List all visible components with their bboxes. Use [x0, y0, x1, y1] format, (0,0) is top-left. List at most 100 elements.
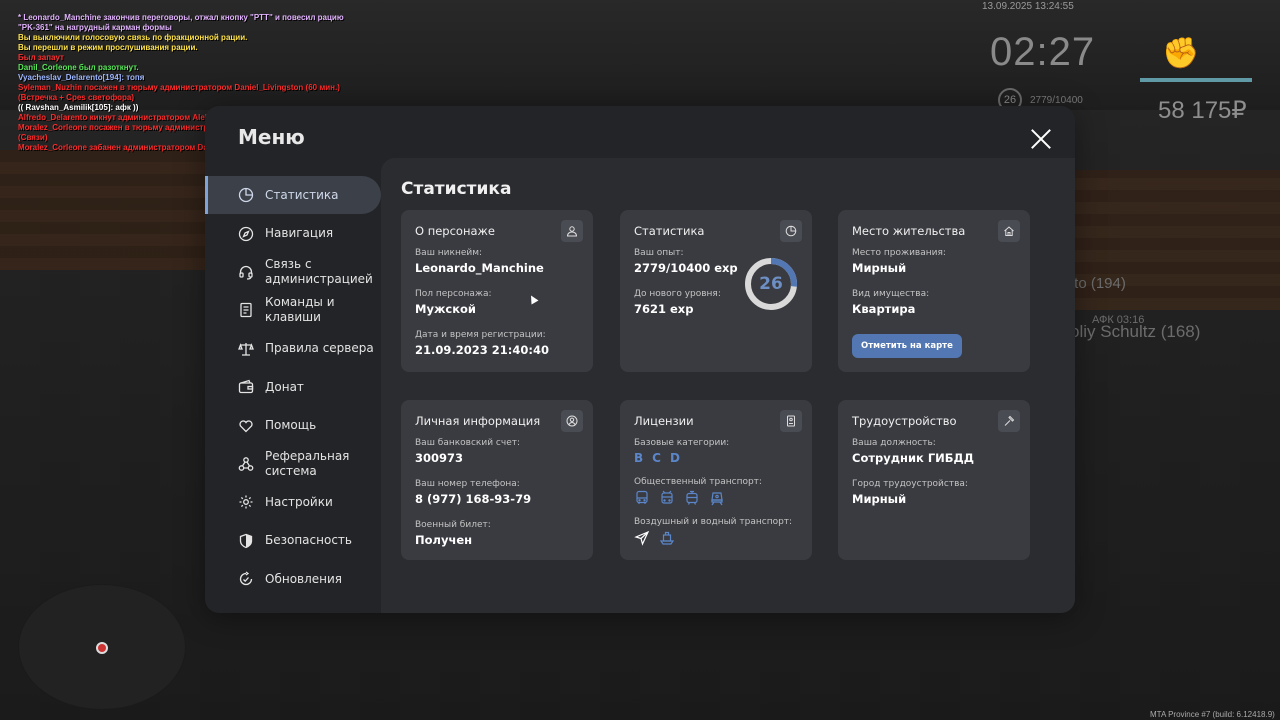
network-icon — [237, 455, 255, 473]
tram-icon — [686, 490, 698, 505]
sidebar-item-label: Реферальная система — [265, 448, 350, 478]
residence-value: Мирный — [852, 261, 907, 275]
residence-label: Место проживания: — [852, 248, 946, 258]
sidebar-item-donate[interactable]: Донат — [205, 368, 381, 406]
air-water-transport-icons — [634, 530, 798, 546]
sidebar-item-updates[interactable]: Обновления — [205, 560, 381, 598]
public-transport-icons — [634, 490, 798, 506]
card-employment: Трудоустройство Ваша должность: Сотрудни… — [838, 400, 1030, 560]
gender-value: Мужской — [415, 302, 476, 316]
license-categories: B C D — [634, 451, 798, 465]
scales-icon — [237, 340, 255, 358]
chat-line: Вы перешли в режим прослушивания рации. — [18, 43, 198, 52]
sidebar-item-settings[interactable]: Настройки — [205, 483, 381, 521]
train-icon — [711, 492, 723, 506]
position-label: Ваша должность: — [852, 438, 936, 448]
registration-value: 21.09.2023 21:40:40 — [415, 343, 549, 357]
airplane-icon — [634, 530, 650, 546]
boat-icon — [659, 531, 675, 545]
sidebar-item-rules[interactable]: Правила сервера — [205, 330, 381, 368]
sidebar-item-commands[interactable]: Команды и клавиши — [205, 291, 381, 329]
sidebar-item-label: Безопасность — [265, 533, 352, 548]
phone-label: Ваш номер телефона: — [415, 479, 520, 489]
military-label: Военный билет: — [415, 520, 491, 530]
card-title: Личная информация — [415, 414, 541, 428]
player-marker-icon — [96, 642, 108, 654]
trolleybus-icon — [661, 490, 673, 504]
card-title: Статистика — [634, 224, 705, 238]
mark-on-map-button[interactable]: Отметить на карте — [852, 334, 962, 358]
sidebar-item-security[interactable]: Безопасность — [205, 522, 381, 560]
menu-title: Меню — [238, 125, 305, 149]
close-button[interactable] — [1030, 128, 1052, 150]
card-title: Место жительства — [852, 224, 966, 238]
chat-line: * Leonardo_Manchine закончив переговоры,… — [18, 13, 344, 32]
license-category: C — [652, 451, 661, 465]
sidebar-item-label: Донат — [265, 379, 304, 394]
sidebar-item-referral[interactable]: Реферальная система — [205, 445, 381, 483]
card-personal-info: Личная информация Ваш банковский счет: 3… — [401, 400, 593, 560]
gender-label: Пол персонажа: — [415, 289, 492, 299]
card-licenses: Лицензии Базовые категории: B C D Общест… — [620, 400, 812, 560]
card-title: О персонаже — [415, 224, 495, 238]
build-info: MTA Province #7 (build: 6.12418.9) — [1150, 710, 1275, 719]
health-bar — [1140, 78, 1252, 82]
hud-clock: 02:27 — [990, 30, 1096, 74]
sidebar-item-label: Настройки — [265, 494, 333, 509]
bus-icon — [636, 490, 648, 504]
level-value: 26 — [759, 274, 783, 294]
public-transport-label: Общественный транспорт: — [634, 477, 762, 487]
hud-money: 58 175₽ — [1158, 97, 1247, 124]
registration-label: Дата и время регистрации: — [415, 330, 546, 340]
headset-icon — [237, 263, 255, 281]
property-value: Квартира — [852, 302, 916, 316]
card-title: Трудоустройство — [852, 414, 957, 428]
player-nametag: tto (194) — [1070, 275, 1126, 292]
pie-chart-icon — [237, 186, 255, 204]
section-title: Статистика — [401, 179, 512, 199]
chat-line: Вы выключили голосовую связь по фракцион… — [18, 33, 248, 42]
refresh-icon — [237, 570, 255, 588]
nickname-value: Leonardo_Manchine — [415, 261, 544, 275]
sidebar-item-contact-admin[interactable]: Связь с администрацией — [205, 253, 381, 291]
sidebar-item-label: Навигация — [265, 226, 334, 241]
card-residence: Место жительства Место проживания: Мирны… — [838, 210, 1030, 372]
sidebar: Статистика Навигация Связь с администрац… — [205, 176, 381, 598]
property-label: Вид имущества: — [852, 289, 930, 299]
hud-date: 13.09.2025 13:24:55 — [982, 1, 1074, 12]
card-title: Лицензии — [634, 414, 694, 428]
user-circle-icon — [561, 410, 583, 432]
card-character: О персонаже Ваш никнейм: Leonardo_Manchi… — [401, 210, 593, 372]
sidebar-item-navigation[interactable]: Навигация — [205, 214, 381, 252]
air-water-transport-label: Воздушный и водный транспорт: — [634, 517, 793, 527]
chat-line: Был запаут — [18, 53, 64, 62]
gear-icon — [237, 493, 255, 511]
phone-value: 8 (977) 168-93-79 — [415, 492, 532, 506]
wallet-icon — [237, 378, 255, 396]
sidebar-item-help[interactable]: Помощь — [205, 406, 381, 444]
user-icon — [561, 220, 583, 242]
sidebar-item-label: Связь с администрацией — [265, 256, 373, 286]
compass-icon — [237, 225, 255, 243]
player-nametag: oliy Schultz (168) — [1070, 322, 1201, 341]
sidebar-item-label: Обновления — [265, 571, 343, 586]
pie-chart-icon — [780, 220, 802, 242]
sidebar-item-label: Помощь — [265, 418, 317, 433]
sidebar-item-statistics[interactable]: Статистика — [205, 176, 381, 215]
sidebar-item-label: Правила сервера — [265, 341, 374, 356]
sidebar-item-label: Команды и клавиши — [265, 295, 335, 325]
base-categories-label: Базовые категории: — [634, 438, 730, 448]
id-card-icon — [780, 410, 802, 432]
heart-hand-icon — [237, 417, 255, 435]
military-value: Получен — [415, 533, 473, 547]
nickname-label: Ваш никнейм: — [415, 248, 483, 258]
chat-line: Syleman_Nuzhin посажен в тюрьму админист… — [18, 83, 340, 102]
work-city-label: Город трудоустройства: — [852, 479, 968, 489]
bank-label: Ваш банковский счет: — [415, 438, 521, 448]
sidebar-item-label: Статистика — [265, 187, 339, 202]
license-category: D — [669, 451, 680, 465]
position-value: Сотрудник ГИБДД — [852, 451, 975, 465]
work-city-value: Мирный — [852, 492, 907, 506]
fist-icon: ✊ — [1162, 36, 1200, 71]
document-icon — [237, 301, 255, 319]
